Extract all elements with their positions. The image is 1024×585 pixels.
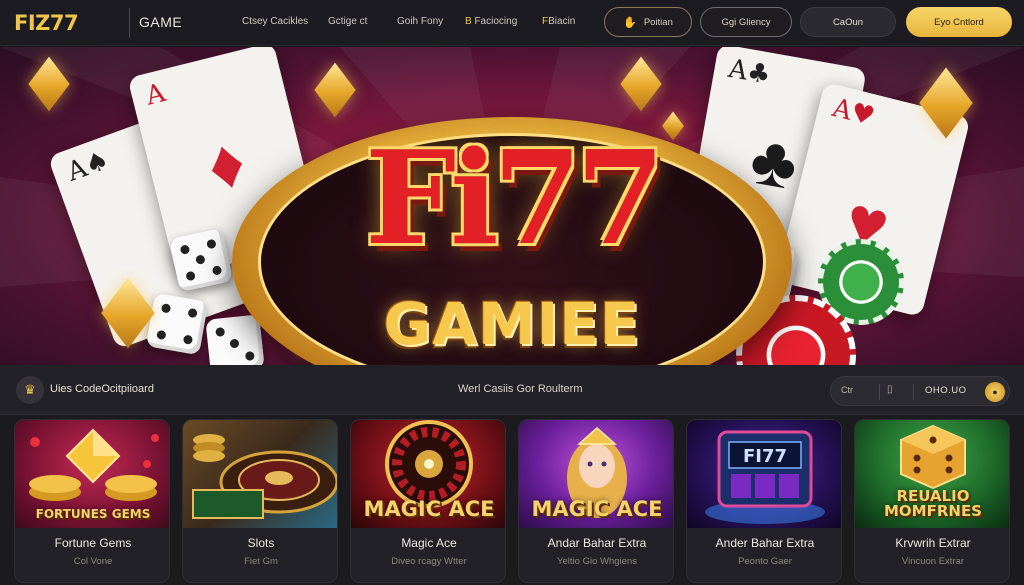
game-thumbnail: FORTUNES GEMS bbox=[15, 420, 169, 528]
nav-link-5-label: Biacin bbox=[548, 16, 576, 27]
game-subtitle: Fiet Gm bbox=[244, 556, 278, 567]
game-tile-ander-bahar-extra[interactable]: FI77 Ander Bahar Extra Peonto Gaer bbox=[686, 419, 842, 583]
account-button[interactable]: CaOun bbox=[800, 7, 896, 37]
card-corner-a: A♠ bbox=[63, 145, 114, 188]
position-button-label: Poitian bbox=[643, 16, 673, 28]
game-subtitle: Col Vone bbox=[73, 556, 113, 567]
dice-icon bbox=[205, 314, 265, 365]
dice-icon bbox=[145, 292, 209, 356]
game-thumbnail-label: FORTUNES GEMS bbox=[35, 507, 151, 521]
nav-link-4-label: Faciocing bbox=[474, 16, 518, 27]
game-subtitle: Yeltio Gio Whgiens bbox=[557, 556, 637, 567]
game-subtitle: Diveo rcagy Wtter bbox=[391, 556, 467, 567]
game-title: Slots bbox=[247, 536, 275, 550]
game-subtitle: Vincuon Extrar bbox=[901, 556, 965, 567]
balance-value: OHO.UO bbox=[925, 385, 967, 396]
card-corner-a: A bbox=[142, 78, 169, 112]
primary-cta-button[interactable]: Eyo Cntlord bbox=[906, 7, 1012, 37]
position-button[interactable]: ✋ Poitian bbox=[604, 7, 692, 37]
game-thumbnail-label: REUALIO MOMFRNES bbox=[883, 486, 982, 521]
nav-link-5[interactable]: FBiacin bbox=[542, 16, 575, 27]
top-navigation-bar: FIZ77 GAME Ctsey Cacikles Gctige ct Goih… bbox=[0, 0, 1024, 46]
nav-link-4-prefix: B bbox=[465, 16, 472, 27]
hero-logo-fi77: Fi77 bbox=[365, 124, 665, 274]
game-title: Ander Bahar Extra bbox=[715, 536, 815, 550]
nav-game-label[interactable]: GAME bbox=[139, 14, 182, 30]
site-logo[interactable]: FIZ77 bbox=[14, 11, 79, 35]
game-title: Fortune Gems bbox=[54, 536, 132, 550]
hand-icon: ✋ bbox=[623, 16, 637, 29]
nav-link-2[interactable]: Gctige ct bbox=[328, 16, 367, 27]
nav-link-1[interactable]: Ctsey Cacikles bbox=[242, 16, 308, 27]
info-left-text[interactable]: Uies CodeOcitpiioard bbox=[50, 383, 154, 395]
trophy-icon[interactable]: ♛ bbox=[16, 376, 44, 404]
card-corner-a: A♥ bbox=[829, 93, 878, 133]
game-thumbnail: MAGIC ACE bbox=[351, 420, 505, 528]
balance-pill-label: Ctr bbox=[841, 385, 853, 395]
game-thumbnail: MAGIC ACE bbox=[519, 420, 673, 528]
card-corner-a: A♣ bbox=[726, 53, 773, 91]
balance-pill[interactable]: Ctr ▯ OHO.UO ● bbox=[830, 376, 1010, 406]
game-subtitle: Peonto Gaer bbox=[738, 556, 792, 567]
nav-link-4[interactable]: B Faciocing bbox=[465, 16, 517, 27]
hero-logo-gamiee: GAMIEE bbox=[383, 290, 641, 358]
game-grid: FORTUNES GEMS Fortune Gems Col Vone Slot… bbox=[0, 415, 1024, 585]
game-thumbnail: REUALIO MOMFRNES bbox=[855, 420, 1009, 528]
game-tile-magic-ace[interactable]: MAGIC ACE Magic Ace Diveo rcagy Wtter bbox=[350, 419, 506, 583]
nav-link-3[interactable]: Goih Fony bbox=[397, 16, 443, 27]
game-tile-andar-bahar-extra[interactable]: MAGIC ACE Andar Bahar Extra Yeltio Gio W… bbox=[518, 419, 674, 583]
game-thumbnail: FI77 bbox=[687, 420, 841, 528]
dice-icon bbox=[168, 227, 234, 293]
game-title: Krvwrih Extrar bbox=[895, 536, 971, 550]
game-thumbnail-label: MAGIC ACE bbox=[531, 497, 663, 521]
agency-button[interactable]: Ggi Gliency bbox=[700, 7, 792, 37]
coin-icon[interactable]: ● bbox=[985, 382, 1005, 402]
pill-divider bbox=[913, 384, 914, 400]
game-tile-slots[interactable]: Slots Fiet Gm bbox=[182, 419, 338, 583]
info-center-text: Werl Casiis Gor Roulterm bbox=[458, 383, 583, 395]
svg-text:FI77: FI77 bbox=[743, 446, 787, 467]
game-tile-fortune-gems[interactable]: FORTUNES GEMS Fortune Gems Col Vone bbox=[14, 419, 170, 583]
slot-machine-art: FI77 bbox=[705, 430, 825, 524]
nav-divider bbox=[129, 8, 130, 38]
wallet-icon[interactable]: ▯ bbox=[887, 384, 893, 395]
hero-banner[interactable]: A♠ A ♦ A♣ ♣ A♥ ♥ Fi77 GAMIEE bbox=[0, 47, 1024, 365]
game-thumbnail-label: MAGIC ACE bbox=[363, 497, 495, 521]
roulette-wheel-art bbox=[192, 434, 337, 519]
game-title: Magic Ace bbox=[401, 536, 457, 550]
game-thumbnail bbox=[183, 420, 337, 528]
pill-divider bbox=[879, 384, 880, 400]
info-bar: ♛ Uies CodeOcitpiioard Werl Casiis Gor R… bbox=[0, 365, 1024, 415]
game-title: Andar Bahar Extra bbox=[547, 536, 647, 550]
diamond-suit-icon: ♦ bbox=[199, 121, 253, 206]
game-tile-krvwrih-extrar[interactable]: REUALIO MOMFRNES Krvwrih Extrar Vincuon … bbox=[854, 419, 1010, 583]
